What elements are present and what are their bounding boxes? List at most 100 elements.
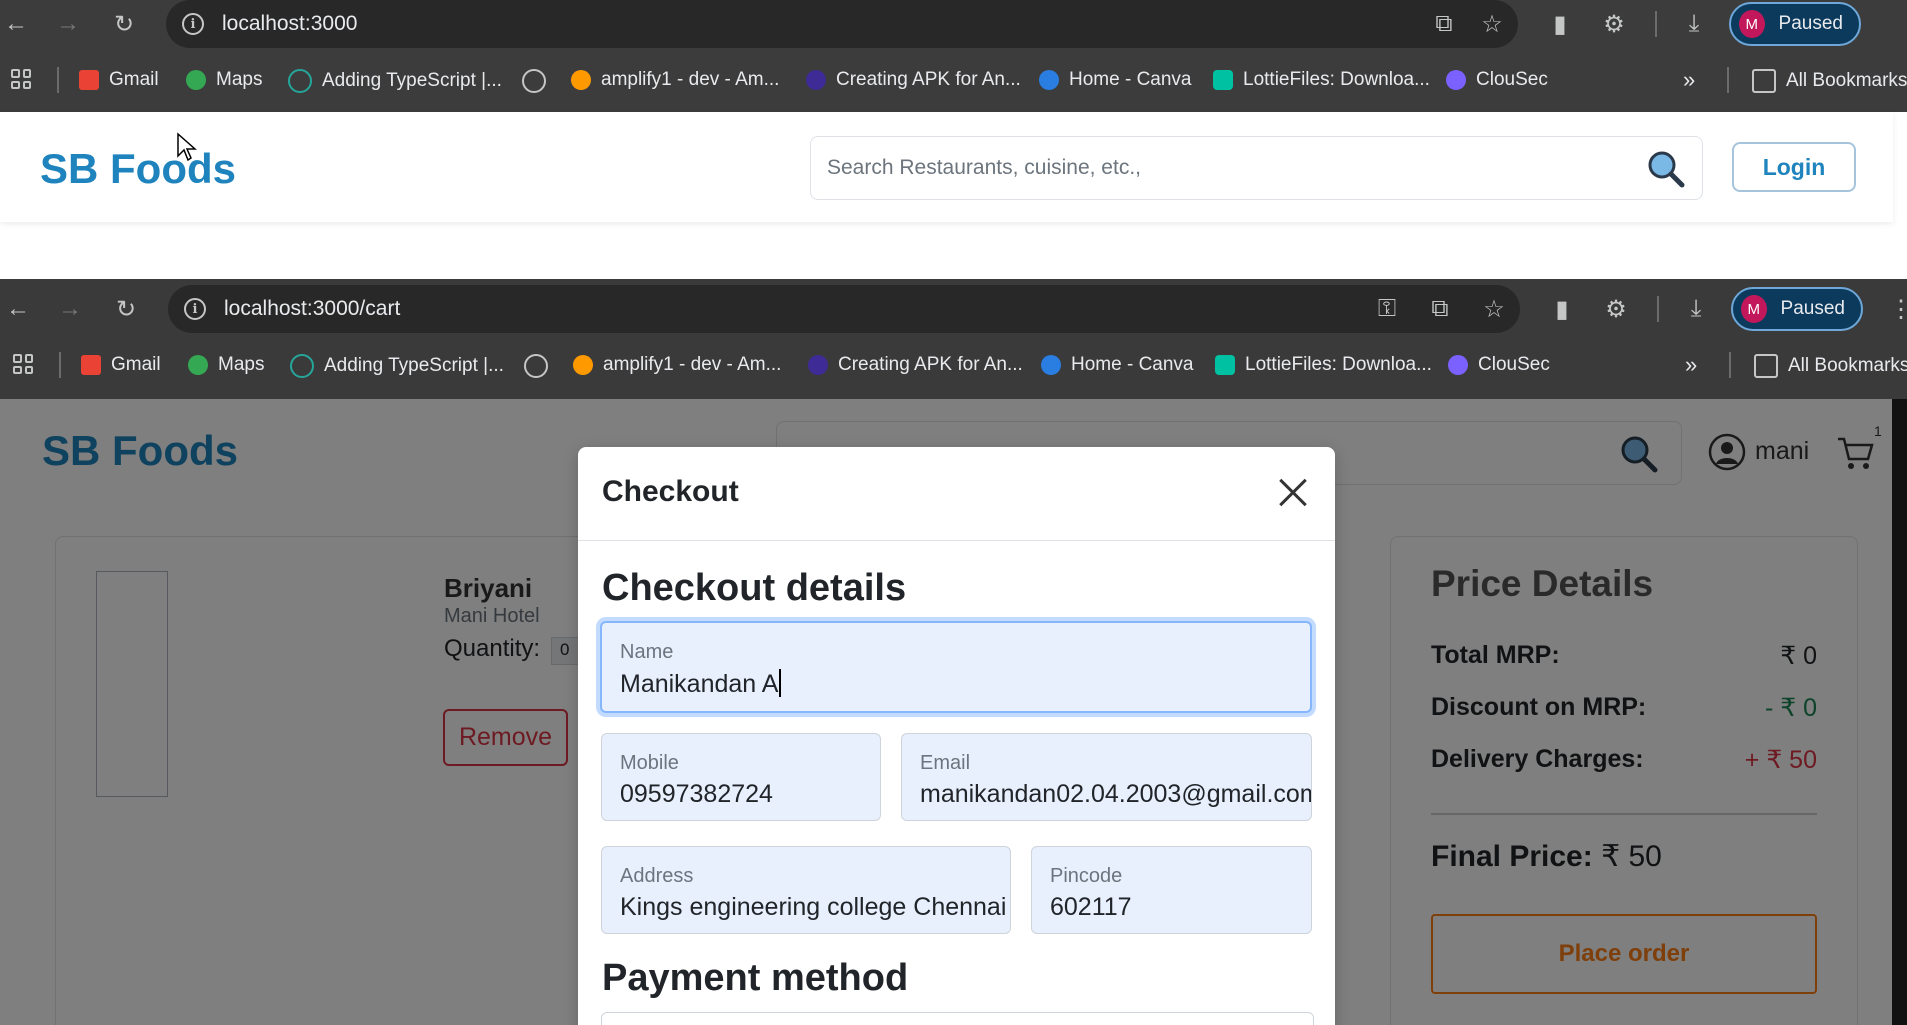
sidepanel-icon[interactable]: ▮ (1546, 293, 1578, 325)
address-field[interactable]: Address Kings engineering college Chenna… (601, 846, 1011, 934)
lottie-icon (1215, 355, 1235, 375)
profile-status: Paused (1778, 13, 1843, 34)
close-icon[interactable] (1273, 473, 1313, 513)
divider (1655, 11, 1657, 37)
bookmark-globe[interactable] (522, 69, 556, 93)
apps-grid-icon[interactable] (11, 69, 31, 89)
download-icon[interactable]: ⤓ (1678, 8, 1710, 40)
bookmark-canva[interactable]: Home - Canva (1041, 354, 1194, 376)
bookmark-lottie[interactable]: LottieFiles: Downloa... (1215, 354, 1432, 376)
mobile-field[interactable]: Mobile 09597382724 (601, 733, 881, 821)
more-bookmarks-icon[interactable]: » (1685, 352, 1697, 378)
bookmarks-bar: Gmail Maps Adding TypeScript |... amplif… (0, 342, 1907, 388)
login-button[interactable]: Login (1732, 142, 1856, 192)
bookmark-globe[interactable] (524, 354, 558, 378)
browser-chrome-top: ← → ↻ i localhost:3000 ⧉ ☆ ▮ ⚙ ⤓ M Pause… (0, 0, 1907, 112)
all-bookmarks[interactable]: All Bookmarks (1752, 69, 1907, 93)
modal-title: Checkout (602, 475, 739, 508)
reload-icon[interactable]: ↻ (106, 289, 146, 329)
avatar: M (1741, 295, 1767, 323)
bookmark-amplify[interactable]: amplify1 - dev - Am... (571, 69, 779, 91)
name-field[interactable]: Name Manikandan A (600, 621, 1312, 713)
address-label: Address (620, 865, 694, 887)
bookmarks-bar: Gmail Maps Adding TypeScript |... amplif… (0, 57, 1907, 103)
gmail-icon (79, 70, 99, 90)
mouse-cursor-icon (177, 132, 197, 162)
install-icon[interactable]: ⧉ (1428, 8, 1460, 40)
all-bookmarks[interactable]: All Bookmarks (1754, 354, 1907, 378)
site-header: SB Foods Search Restaurants, cuisine, et… (0, 112, 1893, 222)
page-cart: SB Foods mani 1 Briyani Mani Hotel Quant… (0, 399, 1907, 1025)
divider (59, 352, 61, 378)
bookmark-amplify[interactable]: amplify1 - dev - Am... (573, 354, 781, 376)
checkout-details-heading: Checkout details (602, 567, 907, 609)
search-input[interactable]: Search Restaurants, cuisine, etc., (810, 136, 1703, 200)
bookmark-gmail[interactable]: Gmail (81, 354, 161, 376)
site-info-icon[interactable]: i (184, 298, 206, 320)
extensions-icon[interactable]: ⚙ (1598, 8, 1630, 40)
globe-icon (522, 69, 546, 93)
bookmark-apk[interactable]: Creating APK for An... (808, 354, 1023, 376)
aws-icon (573, 355, 593, 375)
sidepanel-icon[interactable]: ▮ (1544, 8, 1576, 40)
clousec-icon (1446, 70, 1466, 90)
bookmark-clousec[interactable]: ClouSec (1446, 69, 1548, 91)
back-icon[interactable]: ← (0, 4, 36, 44)
address-bar[interactable]: i localhost:3000 ⧉ ☆ (166, 0, 1518, 48)
canva-icon (1039, 70, 1059, 90)
text-caret (779, 669, 782, 697)
gmail-icon (81, 355, 101, 375)
more-bookmarks-icon[interactable]: » (1683, 67, 1695, 93)
folder-icon (1754, 354, 1778, 378)
apk-icon (808, 355, 828, 375)
modal-header: Checkout (578, 447, 1335, 541)
bookmark-typescript[interactable]: Adding TypeScript |... (290, 354, 504, 378)
bookmark-apk[interactable]: Creating APK for An... (806, 69, 1021, 91)
maps-icon (186, 70, 206, 90)
react-icon (288, 69, 312, 93)
install-icon[interactable]: ⧉ (1424, 293, 1456, 325)
bookmark-typescript[interactable]: Adding TypeScript |... (288, 69, 502, 93)
mobile-value: 09597382724 (620, 780, 773, 808)
back-icon[interactable]: ← (0, 289, 38, 329)
scrollbar[interactable] (1892, 399, 1907, 1025)
menu-icon[interactable]: ⋮ (1885, 293, 1907, 325)
search-placeholder: Search Restaurants, cuisine, etc., (827, 156, 1141, 179)
bookmark-clousec[interactable]: ClouSec (1448, 354, 1550, 376)
clousec-icon (1448, 355, 1468, 375)
apps-grid-icon[interactable] (13, 354, 33, 374)
bookmark-gmail[interactable]: Gmail (79, 69, 159, 91)
profile-button[interactable]: M Paused (1729, 2, 1861, 46)
payment-method-heading: Payment method (602, 957, 909, 999)
lottie-icon (1213, 70, 1233, 90)
bookmark-maps[interactable]: Maps (188, 354, 264, 376)
avatar: M (1739, 10, 1765, 38)
extensions-icon[interactable]: ⚙ (1600, 293, 1632, 325)
payment-method-select[interactable] (601, 1012, 1314, 1025)
email-field[interactable]: Email manikandan02.04.2003@gmail.com (901, 733, 1312, 821)
forward-icon[interactable]: → (48, 4, 88, 44)
divider (57, 67, 59, 93)
reload-icon[interactable]: ↻ (104, 4, 144, 44)
bookmark-star-icon[interactable]: ☆ (1478, 293, 1510, 325)
pincode-field[interactable]: Pincode 602117 (1031, 846, 1312, 934)
site-logo[interactable]: SB Foods (40, 145, 236, 193)
profile-status: Paused (1780, 298, 1845, 319)
name-value: Manikandan A (620, 669, 782, 699)
download-icon[interactable]: ⤓ (1680, 293, 1712, 325)
address-value: Kings engineering college Chennai (620, 893, 1007, 921)
address-bar[interactable]: i localhost:3000/cart ⚿ ⧉ ☆ (168, 285, 1520, 333)
bookmark-maps[interactable]: Maps (186, 69, 262, 91)
react-icon (290, 354, 314, 378)
password-key-icon[interactable]: ⚿ (1371, 293, 1403, 325)
canva-icon (1041, 355, 1061, 375)
bookmark-star-icon[interactable]: ☆ (1476, 8, 1508, 40)
bookmark-canva[interactable]: Home - Canva (1039, 69, 1192, 91)
forward-icon[interactable]: → (50, 289, 90, 329)
bookmark-lottie[interactable]: LottieFiles: Downloa... (1213, 69, 1430, 91)
search-icon[interactable] (1646, 149, 1686, 189)
site-info-icon[interactable]: i (182, 13, 204, 35)
url-text: localhost:3000/cart (224, 297, 401, 320)
url-text: localhost:3000 (222, 12, 358, 35)
profile-button[interactable]: M Paused (1731, 287, 1863, 331)
